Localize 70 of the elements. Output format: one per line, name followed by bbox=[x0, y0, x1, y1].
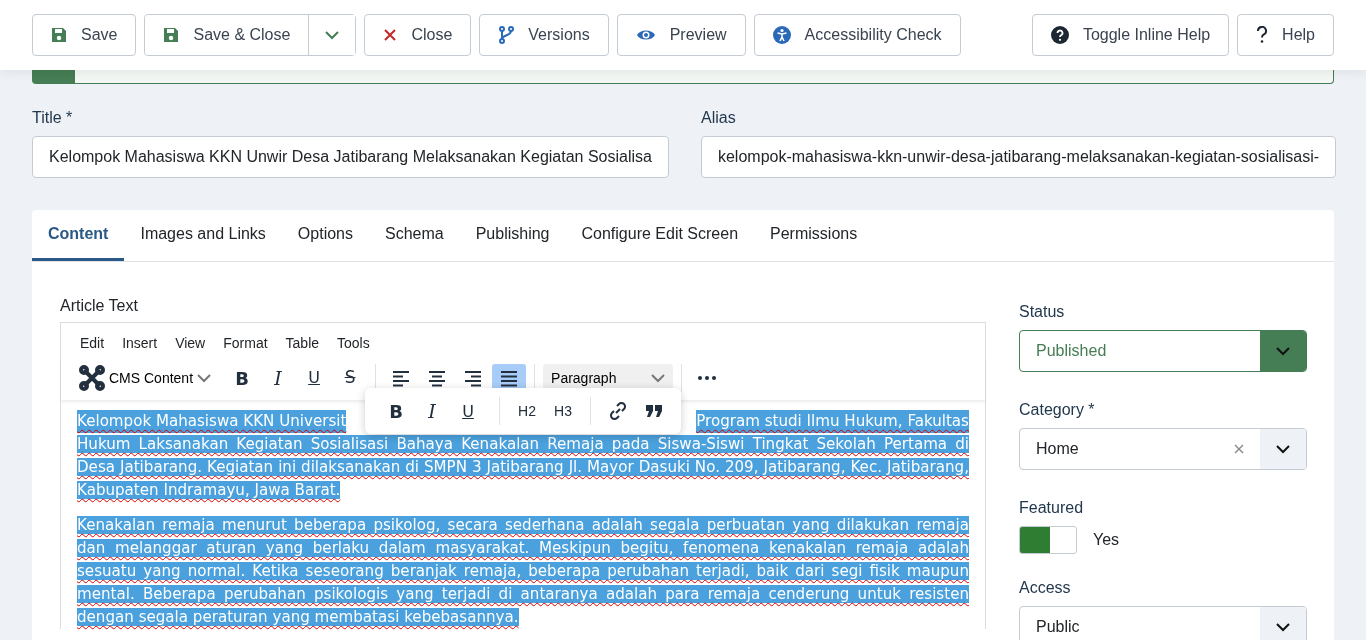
field-label: Title * bbox=[32, 108, 74, 128]
align-left-icon bbox=[391, 369, 412, 387]
field-label: Access bbox=[1019, 578, 1072, 598]
toolbar-button[interactable]: Accessibility Check bbox=[753, 14, 961, 56]
field-label: Category * bbox=[1019, 400, 1096, 420]
more-icon bbox=[698, 376, 717, 380]
question-circle-icon bbox=[1050, 26, 1069, 44]
quote-icon bbox=[645, 404, 663, 418]
branch-icon bbox=[498, 26, 515, 44]
menu-item[interactable]: Tools bbox=[330, 333, 377, 354]
menu-item[interactable]: Insert bbox=[115, 333, 165, 354]
tab[interactable]: Options bbox=[281, 210, 369, 261]
chevron-down-icon bbox=[1276, 444, 1290, 454]
tab[interactable]: Images and Links bbox=[124, 210, 282, 261]
accessibility-icon bbox=[772, 26, 791, 44]
field-label: Status bbox=[1019, 302, 1066, 322]
tab[interactable]: Schema bbox=[369, 210, 460, 261]
menu-item[interactable]: Format bbox=[216, 333, 275, 354]
caret-icon bbox=[197, 373, 212, 383]
cms-content-dropdown[interactable]: CMS Content bbox=[73, 364, 218, 392]
format-button[interactable]: S bbox=[333, 364, 368, 392]
link-icon bbox=[608, 401, 628, 421]
save-icon bbox=[51, 27, 67, 43]
field-label: Featured bbox=[1019, 498, 1085, 518]
toolbar-button[interactable]: Close bbox=[364, 14, 472, 56]
save-icon bbox=[163, 27, 180, 43]
format-button[interactable]: I bbox=[415, 397, 449, 425]
status-select[interactable]: Published bbox=[1019, 330, 1307, 372]
format-button[interactable]: B bbox=[225, 364, 260, 392]
alias-field[interactable]: kelompok-mahasiswa-kkn-unwir-desa-jatibarang-melaksanakan-kegiatan-sosialisasi- bbox=[700, 136, 1337, 178]
tab[interactable]: Configure Edit Screen bbox=[565, 210, 755, 261]
toolbar-button[interactable]: Versions bbox=[479, 14, 609, 56]
align-justify-icon bbox=[499, 369, 520, 387]
joomla-logo-icon bbox=[79, 365, 105, 391]
toolbar-button[interactable]: Save bbox=[32, 14, 137, 56]
tab[interactable]: Publishing bbox=[459, 210, 566, 261]
chevron-down-icon bbox=[1276, 622, 1290, 632]
toggle-label: Yes bbox=[1093, 530, 1120, 550]
category-select[interactable]: Home bbox=[1019, 428, 1307, 470]
format-button[interactable]: U bbox=[451, 397, 485, 425]
toolbar-button[interactable]: Preview bbox=[616, 14, 746, 56]
eye-icon bbox=[635, 28, 656, 42]
chevron-down-icon bbox=[325, 30, 340, 40]
menu-item[interactable]: View bbox=[168, 333, 213, 354]
title-field[interactable]: Kelompok Mahasiswa KKN Unwir Desa Jatibarang Melaksanakan Kegiatan Sosialisa bbox=[32, 136, 669, 178]
align-center-icon bbox=[427, 369, 448, 387]
paragraph: Hukum Laksanakan Kegiatan Sosialisasi Bahaya Kenakalan Remaja pada Siswa-Siswi Tingkat Sekolah Pertama di Desa Jatibarang. Kegiatan ini dilaksanakan di SMPN 3 Jatibarang Jl. Mayor Dasuki No. 209, Jatibarang, Kec. Jatibarang, Kabupaten Indramayu, Jawa Barat. bbox=[77, 434, 969, 501]
format-button[interactable]: U bbox=[297, 364, 332, 392]
menu-item[interactable]: Edit bbox=[73, 333, 112, 354]
tab[interactable]: Content bbox=[32, 210, 125, 261]
close-icon bbox=[383, 28, 398, 42]
tab[interactable]: Permissions bbox=[754, 210, 874, 261]
field-label: Article Text bbox=[60, 296, 139, 316]
clear-icon bbox=[1234, 444, 1244, 454]
format-button[interactable]: B bbox=[379, 397, 413, 425]
caret-icon bbox=[651, 373, 666, 383]
align-right-icon bbox=[463, 369, 484, 387]
toggle-switch[interactable] bbox=[1019, 526, 1077, 554]
paragraph: Kenakalan remaja menurut beberapa psikolog, secara sederhana adalah segala perbuatan yang dilakukan remaja dan melanggar aturan yang berlaku dalam masyarakat. Meskipun begitu, fenomena kenakalan remaja adalah sesuatu yang normal. Ketika seseorang beranjak remaja, beberapa perubahan terjadi, baik dari segi fisik maupun mental. Beberapa perubahan psikologis yang terjadi di antaranya adalah para remaja cenderung untuk resisten dengan segala peraturan yang membatasi kebebasannya. bbox=[77, 515, 969, 628]
heading-button[interactable]: H3 bbox=[546, 397, 580, 425]
chevron-down-icon bbox=[1276, 346, 1290, 356]
help-button[interactable]: Toggle Inline Help bbox=[1031, 14, 1230, 56]
field-label: Alias bbox=[700, 108, 737, 128]
rich-text-editor[interactable] bbox=[60, 322, 986, 629]
help-button[interactable]: Help bbox=[1237, 14, 1334, 56]
heading-button[interactable]: H2 bbox=[510, 397, 544, 425]
question-icon bbox=[1256, 26, 1269, 44]
format-button[interactable]: I bbox=[261, 364, 296, 392]
access-select[interactable]: Public bbox=[1019, 606, 1307, 640]
menu-item[interactable]: Table bbox=[278, 333, 327, 354]
